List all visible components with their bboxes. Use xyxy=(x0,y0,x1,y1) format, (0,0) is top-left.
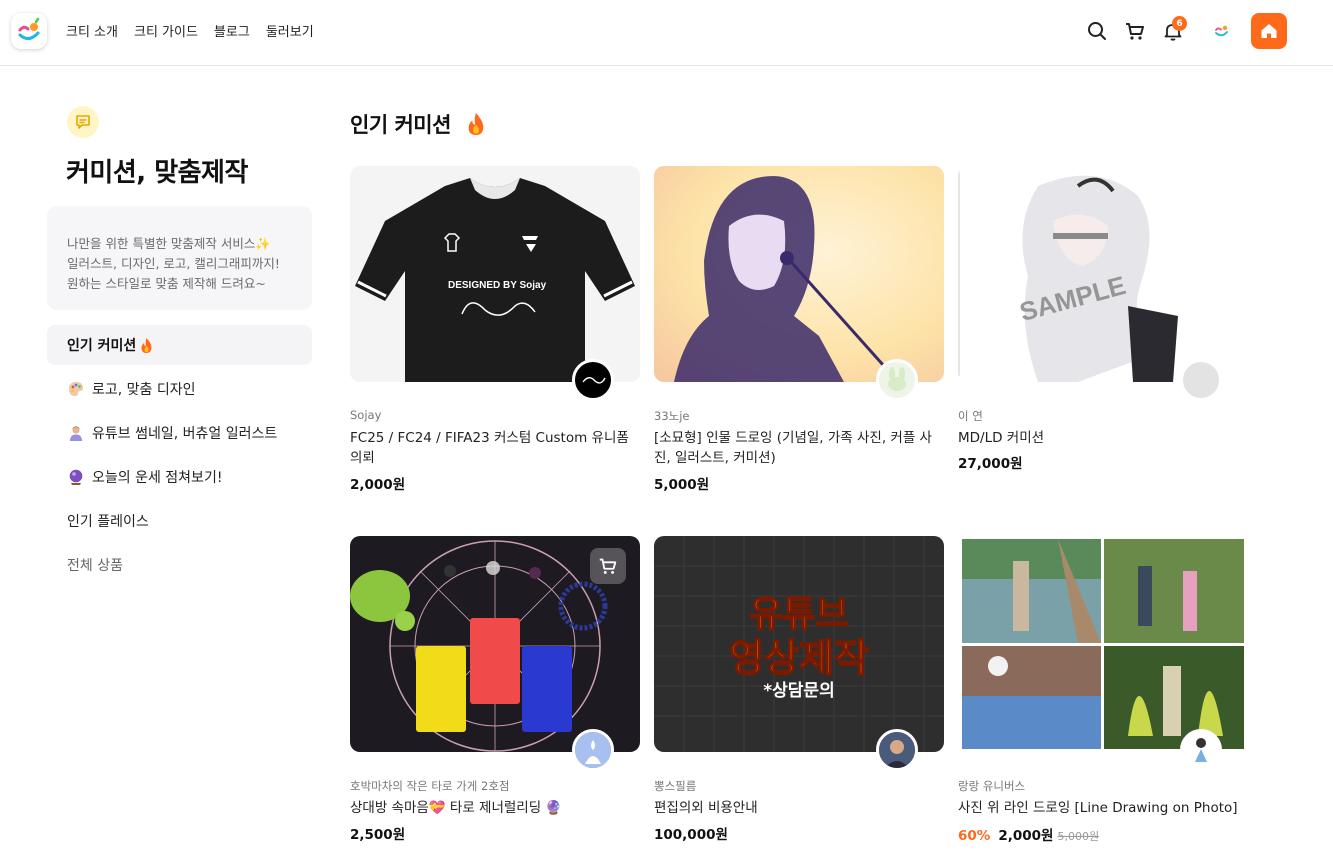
product-card[interactable]: 랑랑 유니버스 사진 위 라인 드로잉 [Line Drawing on Pho… xyxy=(958,536,1248,846)
fire-icon xyxy=(141,337,152,353)
nav-explore[interactable]: 둘러보기 xyxy=(266,21,314,40)
add-to-cart-button[interactable] xyxy=(590,548,626,584)
product-price: 60% 2,000원 5,000원 xyxy=(958,824,1099,844)
home-icon xyxy=(1261,24,1277,38)
seller-name[interactable]: 호박마차의 작은 타로 가게 2호점 xyxy=(350,778,509,794)
seller-name[interactable]: 이 연 xyxy=(958,408,983,424)
cart-icon[interactable] xyxy=(1123,19,1147,43)
sidebar-item-all-products[interactable]: 전체 상품 xyxy=(47,545,312,585)
product-price: 2,000원 xyxy=(350,477,406,493)
category-title: 커미션, 맞춤제작 xyxy=(66,158,248,188)
product-card[interactable]: DESIGNED BY Sojay Sojay FC25 / FC24 / FI… xyxy=(350,166,640,496)
palette-icon xyxy=(69,382,83,396)
sidebar-item-label: 유튜브 썸네일, 버츄얼 일러스트 xyxy=(92,426,278,442)
thumb-text: 유튜브 xyxy=(749,594,848,635)
product-card[interactable]: 유튜브 영상제작 *상담문의 뽕스필름 편집의외 비용안내 100,000원 xyxy=(654,536,944,846)
seller-avatar[interactable] xyxy=(876,729,918,771)
description-line: 일러스트, 디자인, 로고, 캘리그래피까지! xyxy=(67,256,280,271)
seller-avatar[interactable] xyxy=(1180,729,1222,771)
product-thumbnail[interactable] xyxy=(654,166,944,382)
thumb-text: 영상제작 xyxy=(729,636,869,680)
seller-name[interactable]: Sojay xyxy=(350,408,381,422)
sale-price: 2,000원 xyxy=(998,828,1054,844)
notification-badge: 6 xyxy=(1172,16,1187,31)
product-card[interactable]: 33노je [소묘형] 인물 드로잉 (기념일, 가족 사진, 커플 사진, 일… xyxy=(654,166,944,496)
sidebar-item-popular-place[interactable]: 인기 플레이스 xyxy=(47,501,312,541)
sidebar-item-logo-design[interactable]: 로고, 맞춤 디자인 xyxy=(47,369,312,409)
sidebar-item-popular-commission[interactable]: 인기 커미션 xyxy=(47,325,312,365)
product-card[interactable]: SAMPLE 이 연 MD/LD 커미션 27,000원 xyxy=(958,166,1248,496)
sidebar-item-label: 인기 커미션 xyxy=(67,338,137,354)
ctee-logo[interactable] xyxy=(11,13,47,49)
product-thumbnail[interactable]: DESIGNED BY Sojay xyxy=(350,166,640,382)
product-title[interactable]: [소묘형] 인물 드로잉 (기념일, 가족 사진, 커플 사진, 일러스트, 커… xyxy=(654,428,942,468)
sidebar-item-label: 전체 상품 xyxy=(67,558,123,574)
seller-name[interactable]: 33노je xyxy=(654,408,689,424)
nav-about[interactable]: 크티 소개 xyxy=(66,21,118,40)
crystal-ball-icon xyxy=(69,469,83,485)
thumb-text: *상담문의 xyxy=(763,681,834,701)
product-price: 5,000원 xyxy=(654,477,710,493)
chat-bubble-icon xyxy=(67,106,99,138)
sidebar-item-fortune[interactable]: 오늘의 운세 점쳐보기! xyxy=(47,457,312,497)
product-thumbnail[interactable]: SAMPLE xyxy=(958,166,1248,382)
description-line: 원하는 스타일로 맞춤 제작해 드려요~ xyxy=(67,276,266,291)
original-price: 5,000원 xyxy=(1057,830,1100,843)
seller-avatar[interactable] xyxy=(572,729,614,771)
product-title[interactable]: 사진 위 라인 드로잉 [Line Drawing on Photo] xyxy=(958,798,1246,818)
person-icon xyxy=(70,426,82,441)
top-header: 크티 소개 크티 가이드 블로그 둘러보기 6 xyxy=(0,0,1333,66)
main-nav: 크티 소개 크티 가이드 블로그 둘러보기 xyxy=(66,21,314,40)
description-line: 나만을 위한 특별한 맞춤제작 서비스✨ xyxy=(67,236,271,251)
product-title[interactable]: 편집의외 비용안내 xyxy=(654,798,942,818)
seller-name[interactable]: 뽕스필름 xyxy=(654,778,696,794)
section-title: 인기 커미션 xyxy=(350,113,451,137)
seller-avatar[interactable] xyxy=(1180,359,1222,401)
seller-avatar[interactable] xyxy=(572,359,614,401)
home-button[interactable] xyxy=(1251,13,1287,49)
search-icon[interactable] xyxy=(1085,19,1109,43)
discount-rate: 60% xyxy=(958,828,991,844)
sidebar-item-label: 인기 플레이스 xyxy=(67,514,149,530)
category-description: 나만을 위한 특별한 맞춤제작 서비스✨ 일러스트, 디자인, 로고, 캘리그래… xyxy=(47,206,312,310)
cart-icon xyxy=(599,558,617,574)
sidebar-item-label: 오늘의 운세 점쳐보기! xyxy=(92,470,223,486)
thumb-text: DESIGNED BY Sojay xyxy=(448,280,547,291)
seller-avatar[interactable] xyxy=(876,359,918,401)
seller-name[interactable]: 랑랑 유니버스 xyxy=(958,778,1025,794)
product-title[interactable]: FC25 / FC24 / FIFA23 커스텀 Custom 유니폼 의뢰 xyxy=(350,428,638,468)
nav-blog[interactable]: 블로그 xyxy=(214,21,250,40)
sidebar-item-label: 로고, 맞춤 디자인 xyxy=(92,382,196,398)
fire-icon xyxy=(468,113,484,135)
product-title[interactable]: 상대방 속마음💝 타로 제너럴리딩 🔮 xyxy=(350,798,638,818)
product-price: 2,500원 xyxy=(350,827,406,843)
product-price: 100,000원 xyxy=(654,827,728,843)
product-card[interactable]: 호박마차의 작은 타로 가게 2호점 상대방 속마음💝 타로 제너럴리딩 🔮 2… xyxy=(350,536,640,846)
nav-guide[interactable]: 크티 가이드 xyxy=(134,21,198,40)
sidebar-item-youtube-thumbnail[interactable]: 유튜브 썸네일, 버츄얼 일러스트 xyxy=(47,413,312,453)
product-thumbnail[interactable] xyxy=(958,536,1248,752)
product-price: 27,000원 xyxy=(958,456,1023,472)
profile-avatar[interactable] xyxy=(1211,20,1233,42)
product-thumbnail[interactable]: 유튜브 영상제작 *상담문의 xyxy=(654,536,944,752)
product-title[interactable]: MD/LD 커미션 xyxy=(958,428,1246,448)
